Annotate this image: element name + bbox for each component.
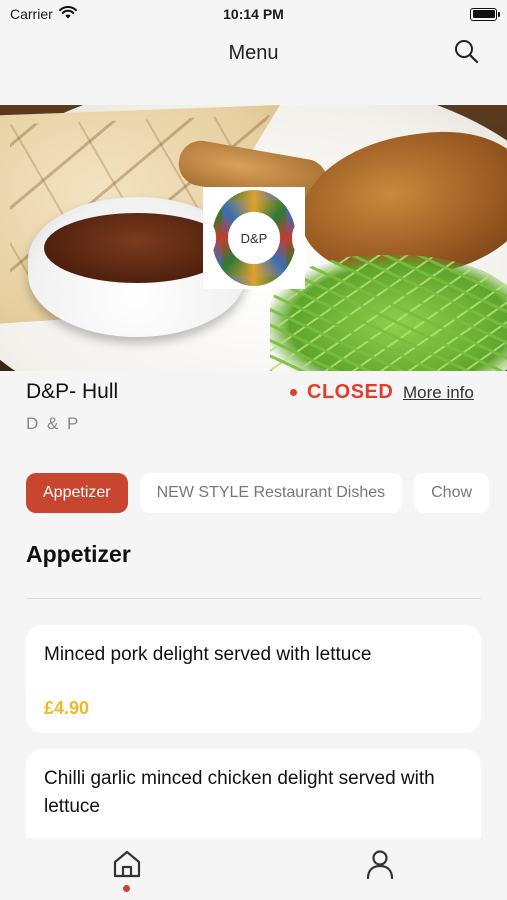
status-bar: Carrier 10:14 PM xyxy=(0,0,507,28)
logo-text: D&P xyxy=(240,230,268,246)
menu-item-price: £4.90 xyxy=(44,698,90,718)
category-tabs: Appetizer NEW STYLE Restaurant Dishes Ch… xyxy=(26,473,507,513)
menu-item-title: Chilli garlic minced chicken delight ser… xyxy=(44,768,435,817)
tab-chow[interactable]: Chow xyxy=(414,473,490,513)
status-badge: CLOSED xyxy=(290,381,393,404)
carrier-label: Carrier xyxy=(10,6,53,22)
more-info-link[interactable]: More info xyxy=(403,383,474,403)
bottom-tab-bar xyxy=(0,838,507,900)
restaurant-subtitle: D & P xyxy=(26,414,81,433)
profile-icon xyxy=(364,848,396,894)
tab-new-style-restaurant-dishes[interactable]: NEW STYLE Restaurant Dishes xyxy=(139,473,403,513)
status-dot-icon xyxy=(290,389,297,396)
restaurant-logo: D&P xyxy=(203,187,305,289)
search-button[interactable] xyxy=(451,38,481,68)
search-icon xyxy=(453,38,479,69)
tab-appetizer[interactable]: Appetizer xyxy=(26,473,128,513)
section-title: Appetizer xyxy=(26,541,131,567)
menu-item-card[interactable]: Minced pork delight served with lettuce … xyxy=(26,625,481,733)
tab-profile[interactable] xyxy=(350,848,410,894)
page-title: Menu xyxy=(228,41,279,64)
active-indicator xyxy=(122,885,130,892)
nav-header: Menu xyxy=(0,28,507,78)
divider xyxy=(26,598,481,599)
status-text: CLOSED xyxy=(307,381,394,403)
restaurant-hero-image: D&P xyxy=(0,105,507,371)
menu-item-title: Minced pork delight served with lettuce xyxy=(44,644,372,665)
restaurant-name: D&P- Hull xyxy=(26,380,119,403)
tab-home[interactable] xyxy=(97,848,157,894)
wifi-icon xyxy=(58,6,77,22)
battery-icon xyxy=(470,7,500,21)
